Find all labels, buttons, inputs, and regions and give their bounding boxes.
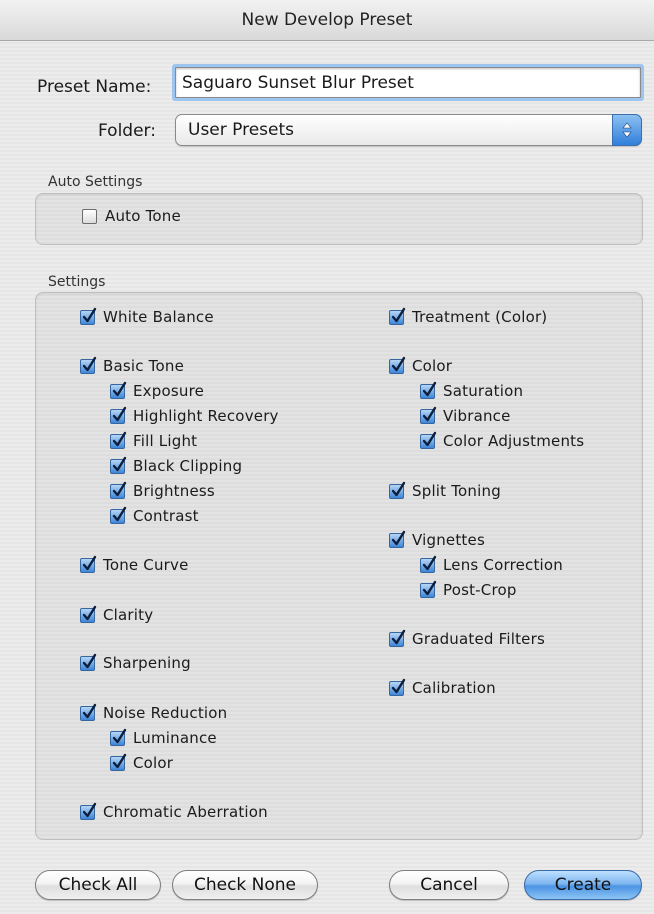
auto-tone-checkbox[interactable]: Auto Tone xyxy=(82,207,181,225)
checkmark-icon xyxy=(80,356,97,374)
checkmark-icon xyxy=(80,605,97,623)
checkbox-label: Black Clipping xyxy=(133,457,243,475)
color-checkbox[interactable]: Color xyxy=(110,753,174,772)
cancel-button[interactable]: Cancel xyxy=(389,870,509,900)
highlight-recovery-checkbox[interactable]: Highlight Recovery xyxy=(110,406,279,425)
checkmark-icon xyxy=(389,629,406,647)
checkbox-label: Treatment (Color) xyxy=(412,308,548,326)
checkmark-icon xyxy=(110,406,127,424)
white-balance-checkbox[interactable]: White Balance xyxy=(80,307,214,326)
create-button[interactable]: Create xyxy=(524,870,642,900)
checkbox-label: Luminance xyxy=(133,729,217,747)
contrast-checkbox[interactable]: Contrast xyxy=(110,506,199,525)
checkbox-label: Lens Correction xyxy=(443,556,564,574)
checkbox-label: Saturation xyxy=(443,382,524,400)
checkmark-icon xyxy=(110,753,127,771)
checkbox-label: Clarity xyxy=(103,606,154,624)
checkmark-icon xyxy=(110,381,127,399)
vignettes-checkbox[interactable]: Vignettes xyxy=(389,530,485,549)
checkbox-label: Fill Light xyxy=(133,432,198,450)
settings-label: Settings xyxy=(48,274,106,290)
checkmark-icon xyxy=(80,307,97,325)
clarity-checkbox[interactable]: Clarity xyxy=(80,605,154,624)
checkmark-icon xyxy=(389,307,406,325)
basic-tone-checkbox[interactable]: Basic Tone xyxy=(80,356,185,375)
window-title: New Develop Preset xyxy=(0,0,654,41)
checkmark-icon xyxy=(110,431,127,449)
checkmark-icon xyxy=(80,802,97,820)
treatment-color-checkbox[interactable]: Treatment (Color) xyxy=(389,307,548,326)
luminance-checkbox[interactable]: Luminance xyxy=(110,728,217,747)
checkmark-icon xyxy=(420,431,437,449)
checkbox-label: Contrast xyxy=(133,507,199,525)
checkmark-icon xyxy=(420,580,437,598)
calibration-checkbox[interactable]: Calibration xyxy=(389,678,496,697)
updown-arrows-icon[interactable] xyxy=(612,114,642,146)
checkmark-icon xyxy=(110,728,127,746)
checkmark-icon xyxy=(80,703,97,721)
sharpening-checkbox[interactable]: Sharpening xyxy=(80,653,191,672)
chromatic-aberration-checkbox[interactable]: Chromatic Aberration xyxy=(80,802,268,821)
checkbox-label: Basic Tone xyxy=(103,357,185,375)
checkbox-label: Brightness xyxy=(133,482,215,500)
color-checkbox[interactable]: Color xyxy=(389,356,453,375)
checkbox-label: Vibrance xyxy=(443,407,511,425)
checkbox-label: Exposure xyxy=(133,382,205,400)
checkmark-icon xyxy=(389,481,406,499)
preset-name-input[interactable]: Saguaro Sunset Blur Preset xyxy=(175,67,641,98)
noise-reduction-checkbox[interactable]: Noise Reduction xyxy=(80,703,228,722)
preset-name-label: Preset Name: xyxy=(37,77,152,97)
checkbox-label: Color xyxy=(133,754,174,772)
checkmark-icon xyxy=(389,530,406,548)
checkbox-label: Vignettes xyxy=(412,531,485,549)
folder-select[interactable]: User Presets xyxy=(175,114,642,146)
checkmark-icon xyxy=(110,481,127,499)
dialog-window: New Develop Preset Preset Name: Saguaro … xyxy=(0,0,654,914)
checkbox-label: Chromatic Aberration xyxy=(103,803,268,821)
saturation-checkbox[interactable]: Saturation xyxy=(420,381,524,400)
checkbox-unchecked-icon xyxy=(82,208,97,224)
post-crop-checkbox[interactable]: Post-Crop xyxy=(420,580,517,599)
checkmark-icon xyxy=(420,555,437,573)
checkbox-label: Tone Curve xyxy=(103,556,189,574)
checkmark-icon xyxy=(110,506,127,524)
vibrance-checkbox[interactable]: Vibrance xyxy=(420,406,511,425)
graduated-filters-checkbox[interactable]: Graduated Filters xyxy=(389,629,545,648)
checkbox-label: Color Adjustments xyxy=(443,432,585,450)
checkmark-icon xyxy=(389,356,406,374)
checkbox-label: Sharpening xyxy=(103,654,191,672)
fill-light-checkbox[interactable]: Fill Light xyxy=(110,431,198,450)
checkbox-label: Post-Crop xyxy=(443,581,517,599)
exposure-checkbox[interactable]: Exposure xyxy=(110,381,205,400)
checkbox-label: White Balance xyxy=(103,308,214,326)
checkmark-icon xyxy=(420,381,437,399)
checkbox-label: Color xyxy=(412,357,453,375)
checkbox-label: Split Toning xyxy=(412,482,501,500)
check-none-button[interactable]: Check None xyxy=(172,870,318,900)
folder-label: Folder: xyxy=(98,121,156,141)
checkmark-icon xyxy=(389,678,406,696)
checkbox-label: Calibration xyxy=(412,679,496,697)
checkmark-icon xyxy=(110,456,127,474)
black-clipping-checkbox[interactable]: Black Clipping xyxy=(110,456,243,475)
split-toning-checkbox[interactable]: Split Toning xyxy=(389,481,501,500)
checkmark-icon xyxy=(420,406,437,424)
tone-curve-checkbox[interactable]: Tone Curve xyxy=(80,555,189,574)
checkbox-label: Highlight Recovery xyxy=(133,407,279,425)
checkmark-icon xyxy=(80,653,97,671)
checkmark-icon xyxy=(80,555,97,573)
check-all-button[interactable]: Check All xyxy=(35,870,161,900)
folder-select-value: User Presets xyxy=(188,120,295,140)
auto-settings-label: Auto Settings xyxy=(48,174,143,190)
checkbox-label: Graduated Filters xyxy=(412,630,545,648)
checkbox-label: Auto Tone xyxy=(105,207,181,225)
lens-correction-checkbox[interactable]: Lens Correction xyxy=(420,555,564,574)
brightness-checkbox[interactable]: Brightness xyxy=(110,481,215,500)
checkbox-label: Noise Reduction xyxy=(103,704,228,722)
color-adjustments-checkbox[interactable]: Color Adjustments xyxy=(420,431,585,450)
